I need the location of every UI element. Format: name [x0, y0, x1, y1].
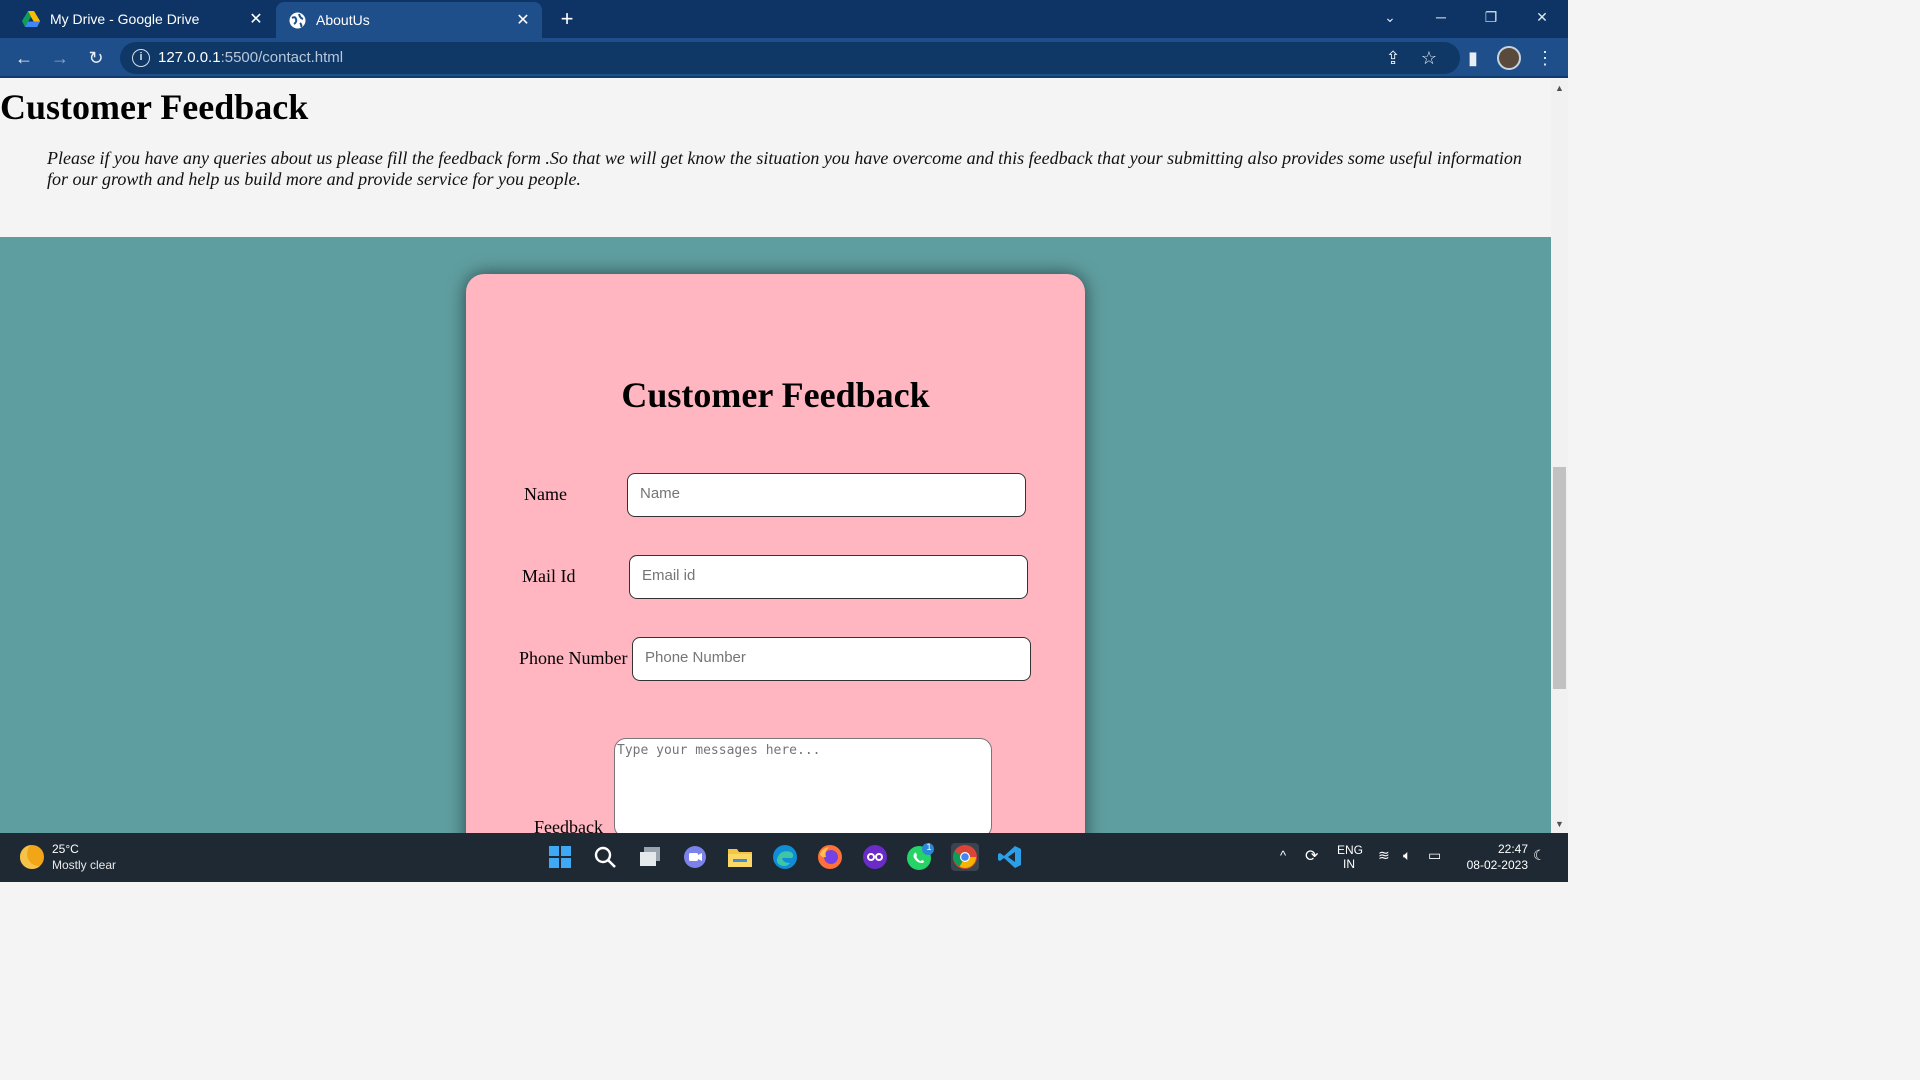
share-icon[interactable]: ⇪ [1380, 46, 1406, 70]
tab-aboutus[interactable]: AboutUs ✕ [276, 2, 542, 38]
menu-icon[interactable]: ⋮ [1532, 46, 1558, 70]
side-panel-icon[interactable]: ▮ [1460, 46, 1486, 70]
new-tab-button[interactable]: + [554, 6, 580, 32]
close-tab-icon[interactable]: ✕ [245, 9, 267, 29]
file-explorer-icon[interactable] [726, 843, 754, 871]
reload-button[interactable]: ↻ [83, 46, 109, 70]
language-indicator[interactable]: ENG IN [1337, 843, 1364, 871]
page-title: Customer Feedback [0, 87, 309, 127]
restore-button[interactable]: ❐ [1466, 0, 1516, 34]
page-content: Customer Feedback Please if you have any… [0, 80, 1551, 833]
name-input[interactable]: Name [627, 473, 1026, 517]
tab-search-icon[interactable]: ⌄ [1365, 0, 1415, 34]
feedback-card: Customer Feedback Name Name Mail Id Emai… [466, 274, 1085, 833]
task-view-icon[interactable] [636, 843, 664, 871]
weather-temperature[interactable]: 25°C [52, 842, 79, 856]
scroll-up-icon[interactable]: ▲ [1551, 80, 1568, 97]
email-input[interactable]: Email id [629, 555, 1028, 599]
forward-button[interactable]: → [47, 46, 73, 70]
feedback-section: Customer Feedback Name Name Mail Id Emai… [0, 237, 1551, 833]
browser-title-bar: My Drive - Google Drive ✕ AboutUs ✕ + ⌄ … [0, 0, 1568, 38]
browser-toolbar: ← → ↻ i 127.0.0.1:5500/contact.html ⇪ ☆ … [0, 38, 1568, 78]
firefox-icon[interactable] [816, 843, 844, 871]
profile-avatar[interactable] [1497, 46, 1521, 70]
phone-label: Phone Number [519, 648, 628, 668]
minimize-button[interactable]: ─ [1416, 0, 1466, 34]
globe-icon [288, 11, 306, 29]
volume-icon[interactable]: 🔈︎ [1403, 847, 1411, 864]
url-host: 127.0.0.1 [158, 49, 221, 66]
windows-taskbar: 25°C Mostly clear 1 ^ ⟳ ENG IN ≋ 🔈︎ ▭ 22… [0, 833, 1568, 882]
date: 08-02-2023 [1466, 858, 1528, 872]
weather-moon-icon[interactable] [20, 845, 44, 869]
email-label: Mail Id [522, 566, 576, 586]
close-window-button[interactable]: ✕ [1517, 0, 1567, 34]
feedback-label: Feedback [534, 817, 603, 833]
url-text: 127.0.0.1:5500/contact.html [158, 49, 343, 66]
intro-paragraph: Please if you have any queries about us … [47, 148, 1522, 189]
name-label: Name [524, 484, 567, 504]
site-info-icon[interactable]: i [132, 49, 150, 67]
tab-title: AboutUs [316, 12, 370, 28]
clock[interactable]: 22:47 08-02-2023 [1458, 842, 1528, 872]
notifications-icon[interactable]: ☾ [1533, 847, 1546, 864]
teams-chat-icon[interactable] [681, 843, 709, 871]
purple-app-icon[interactable] [861, 843, 889, 871]
tab-title: My Drive - Google Drive [50, 11, 200, 27]
show-hidden-icons[interactable]: ^ [1280, 848, 1286, 863]
address-bar[interactable]: i 127.0.0.1:5500/contact.html [120, 42, 1460, 74]
wifi-icon[interactable]: ≋ [1378, 847, 1390, 864]
sync-icon[interactable]: ⟳ [1305, 846, 1318, 866]
whatsapp-badge: 1 [926, 842, 932, 852]
bookmark-star-icon[interactable]: ☆ [1416, 46, 1442, 70]
whatsapp-icon[interactable]: 1 [906, 842, 934, 871]
region-code: IN [1343, 857, 1355, 871]
edge-browser-icon[interactable] [771, 843, 799, 871]
tab-google-drive[interactable]: My Drive - Google Drive ✕ [10, 0, 275, 38]
time: 22:47 [1497, 842, 1528, 856]
close-tab-icon[interactable]: ✕ [512, 10, 534, 30]
vscode-icon[interactable] [996, 843, 1024, 871]
back-button[interactable]: ← [11, 46, 37, 70]
phone-input[interactable]: Phone Number [632, 637, 1031, 681]
chrome-icon[interactable] [951, 843, 979, 871]
weather-description[interactable]: Mostly clear [52, 858, 116, 872]
page-scrollbar[interactable]: ▲ ▼ [1551, 80, 1568, 833]
windows-start-icon[interactable] [546, 843, 574, 871]
language-code: ENG [1337, 843, 1364, 857]
search-icon[interactable] [591, 843, 619, 871]
scroll-down-icon[interactable]: ▼ [1551, 816, 1568, 833]
scrollbar-thumb[interactable] [1553, 467, 1566, 689]
google-drive-icon [22, 10, 40, 28]
form-title: Customer Feedback [621, 375, 930, 415]
url-path: :5500/contact.html [220, 49, 344, 66]
battery-icon[interactable]: ▭ [1428, 847, 1441, 864]
feedback-textarea[interactable]: Type your messages here... [614, 738, 992, 833]
